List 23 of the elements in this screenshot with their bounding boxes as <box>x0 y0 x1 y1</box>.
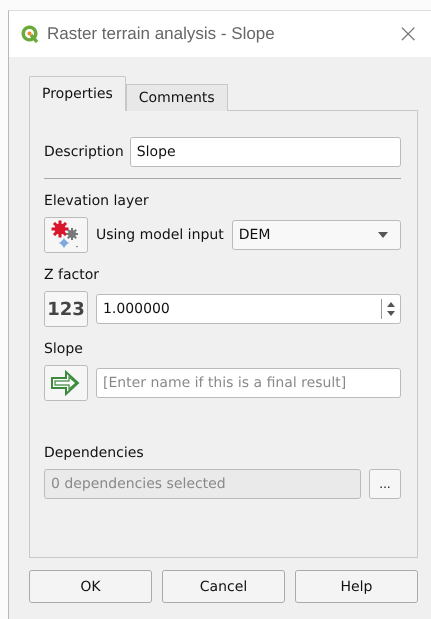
parameter-label: Elevation layer <box>44 193 150 209</box>
tab[interactable]: Comments <box>126 84 228 111</box>
close-button[interactable]: × <box>397 21 419 47</box>
source-button[interactable] <box>44 365 88 401</box>
output-name-field[interactable]: [Enter name if this is a final result] <box>96 368 401 398</box>
parameter-label: Slope <box>44 341 84 357</box>
caret-icon <box>378 232 388 238</box>
tab[interactable]: Properties <box>29 76 126 111</box>
window-title: Raster terrain analysis - Slope <box>47 24 275 44</box>
description-label: Description <box>44 144 124 160</box>
layer-dropdown[interactable]: DEM <box>232 220 401 250</box>
number-spinbox[interactable]: 1.000000 <box>96 294 401 324</box>
right-arrow-icon <box>50 370 82 396</box>
description-field[interactable]: Slope <box>130 137 401 167</box>
source-button[interactable] <box>44 217 88 253</box>
mode-label: Using model input <box>96 227 224 243</box>
source-button[interactable]: 123 <box>44 291 88 327</box>
dialog-button[interactable]: Cancel <box>162 570 285 603</box>
parameter-label: Z factor <box>44 267 100 283</box>
dependencies-label: Dependencies <box>44 445 145 461</box>
dialog-button[interactable]: Help <box>295 570 418 603</box>
dialog-button[interactable]: OK <box>29 570 152 603</box>
app-logo-icon <box>21 25 39 43</box>
